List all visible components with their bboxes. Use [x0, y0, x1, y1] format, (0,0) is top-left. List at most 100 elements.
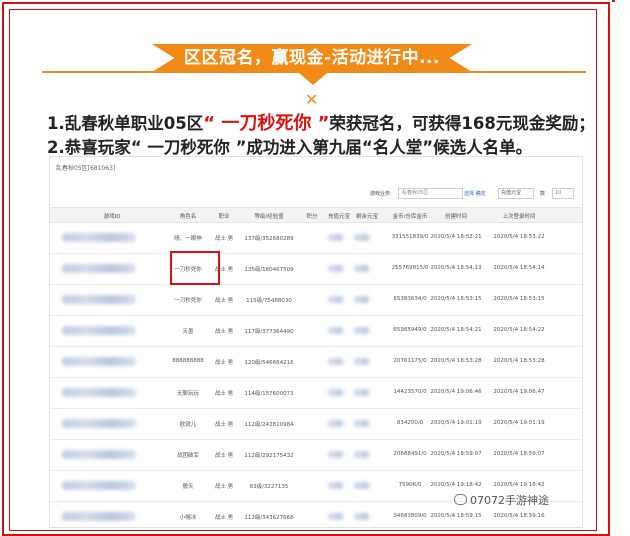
- table-row[interactable]: 欧锐儿 战士 男 112级/242810984 834200/0 2020/5/4 19…: [50, 408, 582, 440]
- table-cell: 战士 男: [214, 453, 234, 459]
- ranking-screenshot: 乱春秋05区[681063] 游戏业务: 乱春秋05区 选择 确定 充值元宝 款…: [49, 156, 583, 528]
- table-cell: 战团破军: [176, 453, 200, 459]
- redacted-remaining: [354, 296, 370, 303]
- redacted-recharge: [328, 265, 344, 272]
- table-row[interactable]: 一刀秒死你 战士 男 135级/180467509 255769815/0 2020/5…: [50, 253, 582, 285]
- column-header: 游戏ID: [103, 214, 121, 220]
- table-cell: 834200/0: [396, 420, 424, 426]
- table-cell: 2020/5/4 19:01:19: [493, 420, 545, 426]
- redacted-id: [62, 357, 136, 366]
- table-cell: 2020/5/4 19:06:46: [430, 389, 482, 395]
- table-cell: 2020/5/4 18:59:16: [493, 513, 545, 519]
- count-input[interactable]: 10: [552, 188, 574, 199]
- column-header: 等级/经验值: [254, 214, 284, 220]
- table-cell: 2020/5/4 18:53:22: [493, 234, 545, 240]
- column-header: 上次登录时间: [502, 214, 536, 220]
- table-cell: 天墨: [182, 329, 194, 335]
- table-cell: 战士 男: [214, 391, 234, 397]
- table-cell: 255769815/0: [391, 265, 429, 271]
- table-cell: 83级/3227135: [249, 484, 289, 490]
- table-cell: 2020/5/4 18:54:14: [493, 265, 545, 271]
- column-header: 剩余元宝: [355, 214, 379, 220]
- table-cell: 888888888: [172, 358, 204, 364]
- table-row[interactable]: 晴、一眼神 战士 男 137级/352680289 331551839/0 2020/5…: [50, 222, 582, 254]
- table-cell: 65985949/0: [393, 327, 427, 333]
- redacted-id: [62, 326, 136, 335]
- redacted-remaining: [354, 513, 370, 520]
- column-header: 角色名: [179, 214, 197, 220]
- table-cell: 115级/75488030: [246, 298, 292, 304]
- redacted-recharge: [328, 327, 344, 334]
- table-cell: 14423570/0: [393, 389, 427, 395]
- table-cell: 112级/292175432: [244, 453, 294, 459]
- table-row[interactable]: 无聊玩玩 战士 男 114级/157600073 14423570/0 2020/5/4…: [50, 377, 582, 409]
- redacted-id: [62, 388, 136, 397]
- table-cell: 战士 男: [214, 298, 234, 304]
- watermark: 07072手游神途: [454, 492, 549, 508]
- redacted-recharge: [328, 234, 344, 241]
- table-cell: 战士 男: [214, 515, 234, 521]
- table-cell: 75906/0: [398, 482, 422, 488]
- table-row[interactable]: 一刀秒死你 战士 男 115级/75488030 65383634/0 2020/5/4…: [50, 284, 582, 316]
- server-filter-input[interactable]: 乱春秋05区: [398, 188, 463, 199]
- table-cell: 331551839/0: [391, 234, 429, 240]
- table-cell: 小帽冰: [179, 515, 197, 521]
- redacted-id: [62, 295, 136, 304]
- table-row[interactable]: 天墨 战士 男 117级/377364490 65985949/0 2020/5/4 1…: [50, 315, 582, 347]
- redacted-id: [62, 233, 136, 242]
- redacted-id: [62, 419, 136, 428]
- table-cell: 一刀秒死你: [174, 298, 202, 304]
- table-row[interactable]: 888888888 战士 男 120级/546664216 20761175/0 202…: [50, 346, 582, 378]
- column-header: 创建时间: [444, 214, 468, 220]
- table-cell: 112级/242810984: [244, 422, 294, 428]
- table-cell: 2020/5/4 19:06:47: [493, 389, 545, 395]
- table-cell: 20688491/0: [393, 451, 427, 457]
- column-header: 职业: [218, 214, 230, 220]
- table-cell: 欧锐儿: [179, 422, 197, 428]
- table-cell: 无聊玩玩: [176, 391, 200, 397]
- redacted-recharge: [328, 296, 344, 303]
- table-cell: 2020/5/4 18:59:07: [430, 451, 482, 457]
- table-cell: 112级/343627668: [244, 515, 294, 521]
- count-label: 款: [540, 191, 546, 197]
- table-cell: 137级/352680289: [244, 236, 294, 242]
- announcement-line-1: 1.乱春秋单职业05区“ 一刀秒死你 ”荣获冠名，可获得168元现金奖励；: [47, 109, 595, 135]
- table-row[interactable]: 战团破军 战士 男 112级/292175432 20688491/0 2020/5/4…: [50, 439, 582, 471]
- redacted-remaining: [354, 389, 370, 396]
- column-header: 金币/仓库金币: [392, 214, 428, 220]
- table-cell: 战士 男: [214, 422, 234, 428]
- redacted-recharge: [328, 451, 344, 458]
- redacted-recharge: [328, 420, 344, 427]
- table-cell: 2020/5/4 18:54:22: [493, 327, 545, 333]
- column-header: 充值元宝: [327, 214, 351, 220]
- table-cell: 傲天: [182, 484, 194, 490]
- redacted-remaining: [354, 234, 370, 241]
- table-cell: 2020/5/4 18:59:15: [430, 513, 482, 519]
- table-cell: 65383634/0: [393, 296, 427, 302]
- wechat-icon: [454, 494, 467, 505]
- redacted-recharge: [328, 482, 344, 489]
- table-cell: 战士 男: [214, 329, 234, 335]
- redacted-recharge: [328, 513, 344, 520]
- redacted-remaining: [354, 451, 370, 458]
- column-header: 积分: [306, 214, 318, 220]
- highlight-box: [170, 251, 220, 285]
- table-cell: 34683809/0: [393, 513, 427, 519]
- line1-prefix: 1.乱春秋单职业05区: [47, 114, 204, 133]
- table-cell: 2020/5/4 19:18:42: [493, 482, 545, 488]
- table-cell: 120级/546664216: [244, 360, 294, 366]
- table-cell: 2020/5/4 18:54:21: [430, 327, 482, 333]
- table-cell: 114级/157600073: [244, 391, 294, 397]
- table-cell: 2020/5/4 18:53:21: [430, 234, 482, 240]
- table-header: 游戏ID 角色名 职业 等级/经验值 积分 充值元宝 剩余元宝 金币/仓库金币 创建时间 上次登录…: [50, 207, 582, 223]
- table-cell: 20761175/0: [393, 358, 427, 364]
- table-cell: 2020/5/4 18:53:15: [430, 296, 482, 302]
- sort-select[interactable]: 充值元宝: [498, 188, 534, 199]
- redacted-remaining: [354, 482, 370, 489]
- table-cell: 2020/5/4 18:59:07: [493, 451, 545, 457]
- select-confirm-buttons[interactable]: 选择 确定: [464, 190, 486, 197]
- redacted-remaining: [354, 265, 370, 272]
- redacted-remaining: [354, 358, 370, 365]
- table-cell: 战士 男: [214, 484, 234, 490]
- redacted-recharge: [328, 389, 344, 396]
